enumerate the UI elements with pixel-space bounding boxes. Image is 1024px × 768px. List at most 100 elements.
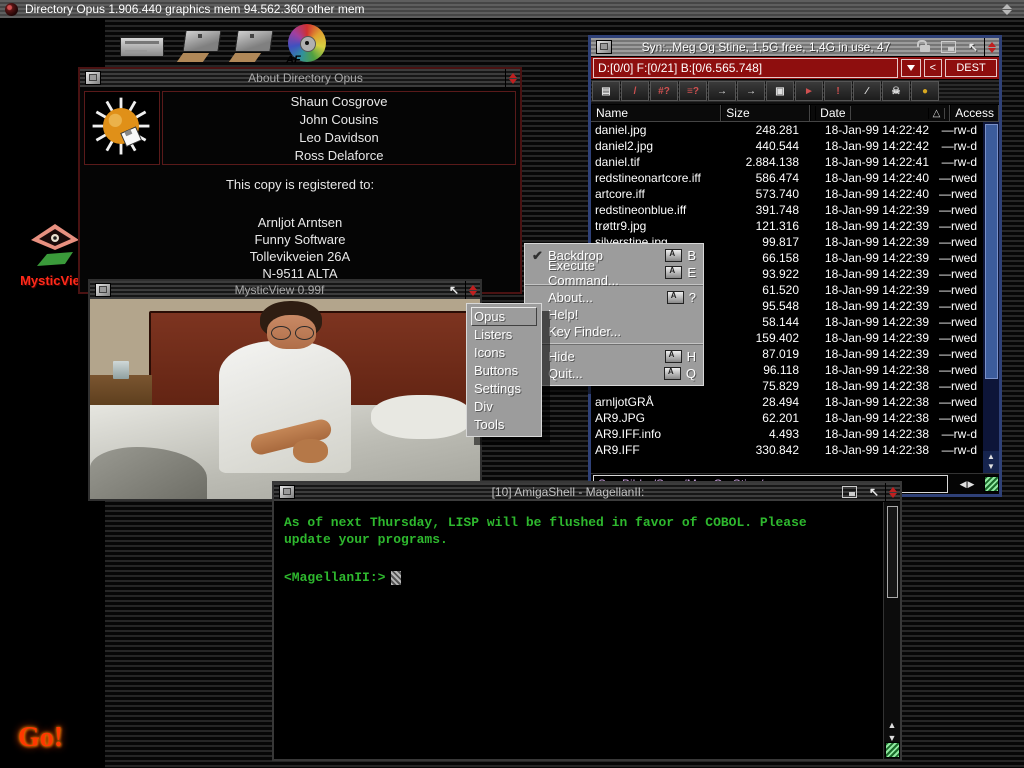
depth-arrow-icon[interactable]: ↖ xyxy=(968,42,978,52)
cd-label: AF xyxy=(286,54,301,66)
table-row[interactable]: arnljotGRÅ28.49418-Jan-99 14:22:38—rwed xyxy=(591,394,983,410)
horizontal-scroll-arrows[interactable]: ◀▶ xyxy=(950,479,984,490)
menu-item-about[interactable]: About... ? xyxy=(525,289,703,306)
toolbar-icon-4[interactable]: ≡? xyxy=(679,81,707,101)
shell-body[interactable]: As of next Thursday, LISP will be flushe… xyxy=(274,502,900,759)
menu-item-tools[interactable]: Tools xyxy=(467,415,541,433)
hd-led xyxy=(198,34,202,38)
close-icon[interactable] xyxy=(596,40,612,54)
close-icon[interactable] xyxy=(95,283,111,297)
depth-arrow-icon[interactable]: ↖ xyxy=(869,487,879,497)
lock-icon[interactable] xyxy=(920,45,930,52)
table-row[interactable]: AR9.IFF.info4.49318-Jan-99 14:22:38—rw-d xyxy=(591,426,983,442)
scroll-up-icon[interactable]: ▲ xyxy=(888,720,897,730)
menu-item-execute-command[interactable]: Execute Command... E xyxy=(525,264,703,281)
lister-titlebar[interactable]: Syn:..Meg Og Stine, 1,5G free, 1,4G in u… xyxy=(591,38,999,57)
scroll-left-icon[interactable]: ◀ xyxy=(960,479,967,490)
toolbar-icon-10[interactable]: ∕ xyxy=(853,81,881,101)
go-button[interactable]: Go! xyxy=(18,722,63,754)
menu-item-listers[interactable]: Listers xyxy=(467,325,541,343)
close-icon[interactable] xyxy=(279,485,295,499)
date-label: Date xyxy=(815,106,850,120)
shell-titlebar[interactable]: [10] AmigaShell - MagellanII: ↖ xyxy=(274,483,900,502)
table-row[interactable]: redstineonblue.iff391.74818-Jan-99 14:22… xyxy=(591,202,983,218)
window-depth-gadget[interactable] xyxy=(885,483,900,501)
photo-pillow xyxy=(371,395,472,439)
scrollbar-thumb[interactable] xyxy=(887,506,898,598)
window-depth-gadget[interactable] xyxy=(465,281,480,299)
menu-item-help[interactable]: Help! xyxy=(525,306,703,323)
close-icon[interactable] xyxy=(85,71,101,85)
table-row[interactable]: artcore.iff573.74018-Jan-99 14:22:40—rwe… xyxy=(591,186,983,202)
scrollbar-thumb[interactable] xyxy=(985,124,998,379)
amiga-key-icon xyxy=(665,249,682,262)
shell-prompt-line[interactable]: <MagellanII:> xyxy=(284,570,401,585)
menu-item-opus[interactable]: Opus xyxy=(467,307,541,325)
zoom-gadget-icon[interactable] xyxy=(842,486,857,498)
shell-scrollbar[interactable]: ▲▼ xyxy=(883,502,900,759)
menu-item-hide[interactable]: Hide H xyxy=(525,348,703,365)
scroll-down-icon[interactable]: ▼ xyxy=(987,463,995,471)
table-row[interactable]: AR9.IFF330.84218-Jan-99 14:22:38—rw-d xyxy=(591,442,983,458)
shortcut-key: Q xyxy=(686,366,696,381)
about-titlebar[interactable]: About Directory Opus xyxy=(80,69,520,88)
menu-item-label: Div xyxy=(474,399,534,414)
cd-icon[interactable]: AF xyxy=(288,24,328,64)
table-row[interactable]: daniel.jpg248.28118-Jan-99 14:22:42—rw-d xyxy=(591,122,983,138)
table-row[interactable]: daniel.tif2.884.13818-Jan-99 14:22:41—rw… xyxy=(591,154,983,170)
parent-dir-button[interactable]: < xyxy=(924,59,942,77)
harddisk-icon-2[interactable] xyxy=(230,26,274,62)
credits-panel: Shaun Cosgrove John Cousins Leo Davidson… xyxy=(162,91,516,165)
toolbar-icon-11[interactable]: ☠ xyxy=(882,81,910,101)
screen-titlebar[interactable]: Directory Opus 1.906.440 graphics mem 94… xyxy=(0,0,1024,19)
vertical-scrollbar[interactable]: ▲▼ xyxy=(982,122,999,473)
table-row[interactable]: daniel2.jpg440.54418-Jan-99 14:22:42—rw-… xyxy=(591,138,983,154)
menu-item-buttons[interactable]: Buttons xyxy=(467,361,541,379)
toolbar-icon-9[interactable]: ! xyxy=(824,81,852,101)
scroll-arrows[interactable]: ▲▼ xyxy=(983,451,999,473)
shell-window: [10] AmigaShell - MagellanII: ↖ As of ne… xyxy=(272,481,902,761)
toolbar-icon-7[interactable]: ▣ xyxy=(766,81,794,101)
toolbar-icon-3[interactable]: #? xyxy=(650,81,678,101)
column-header-name[interactable]: Name xyxy=(591,105,721,121)
menu-item-key-finder[interactable]: Key Finder... xyxy=(525,323,703,340)
scroll-arrows[interactable]: ▲▼ xyxy=(884,720,900,743)
dest-button[interactable]: DEST xyxy=(945,59,997,77)
hd-box xyxy=(234,30,273,52)
toolbar-icon-8[interactable]: ► xyxy=(795,81,823,101)
table-row[interactable]: redstineonartcore.iff586.47418-Jan-99 14… xyxy=(591,170,983,186)
resize-grip-icon[interactable] xyxy=(984,476,999,492)
menu-item-label: Buttons xyxy=(474,363,534,378)
window-depth-gadget[interactable] xyxy=(984,38,999,56)
scroll-right-icon[interactable]: ▶ xyxy=(968,479,975,490)
toolbar-icon-5[interactable]: → xyxy=(708,81,736,101)
menu-item-icons[interactable]: Icons xyxy=(467,343,541,361)
menu-item-quit[interactable]: Quit... Q xyxy=(525,365,703,382)
window-depth-gadget[interactable] xyxy=(505,69,520,87)
column-header-date[interactable]: Date △ xyxy=(810,105,950,121)
scroll-up-icon[interactable]: ▲ xyxy=(987,453,995,461)
column-header-size[interactable]: Size xyxy=(721,105,810,121)
registered-heading: This copy is registered to: xyxy=(80,177,520,192)
screen-depth-gadget[interactable] xyxy=(1002,4,1012,15)
resize-grip-icon[interactable] xyxy=(885,742,900,758)
sort-order-icon: △ xyxy=(928,108,946,119)
menu-item-div[interactable]: Div xyxy=(467,397,541,415)
menu-item-settings[interactable]: Settings xyxy=(467,379,541,397)
table-row[interactable]: trøttr9.jpg121.31618-Jan-99 14:22:39—rwe… xyxy=(591,218,983,234)
table-row[interactable]: AR9.JPG62.20118-Jan-99 14:22:38—rwed xyxy=(591,410,983,426)
column-header-access[interactable]: Access xyxy=(950,105,999,121)
photo-view xyxy=(90,299,480,499)
photo-person-hands xyxy=(293,439,328,463)
toolbar-icon-6[interactable]: → xyxy=(737,81,765,101)
path-history-button[interactable] xyxy=(901,59,921,77)
zoom-gadget-icon[interactable] xyxy=(941,41,956,53)
depth-arrow-icon[interactable]: ↖ xyxy=(449,285,459,295)
ram-drive-icon[interactable] xyxy=(120,37,164,57)
toolbar-icon-12[interactable]: ● xyxy=(911,81,939,101)
harddisk-icon-1[interactable] xyxy=(178,26,222,62)
toolbar-icon-1[interactable]: ▤ xyxy=(592,81,620,101)
mysticview-titlebar[interactable]: MysticView 0.99f ↖ xyxy=(90,281,480,300)
shell-prompt: <MagellanII:> xyxy=(284,570,385,585)
toolbar-icon-2[interactable]: / xyxy=(621,81,649,101)
